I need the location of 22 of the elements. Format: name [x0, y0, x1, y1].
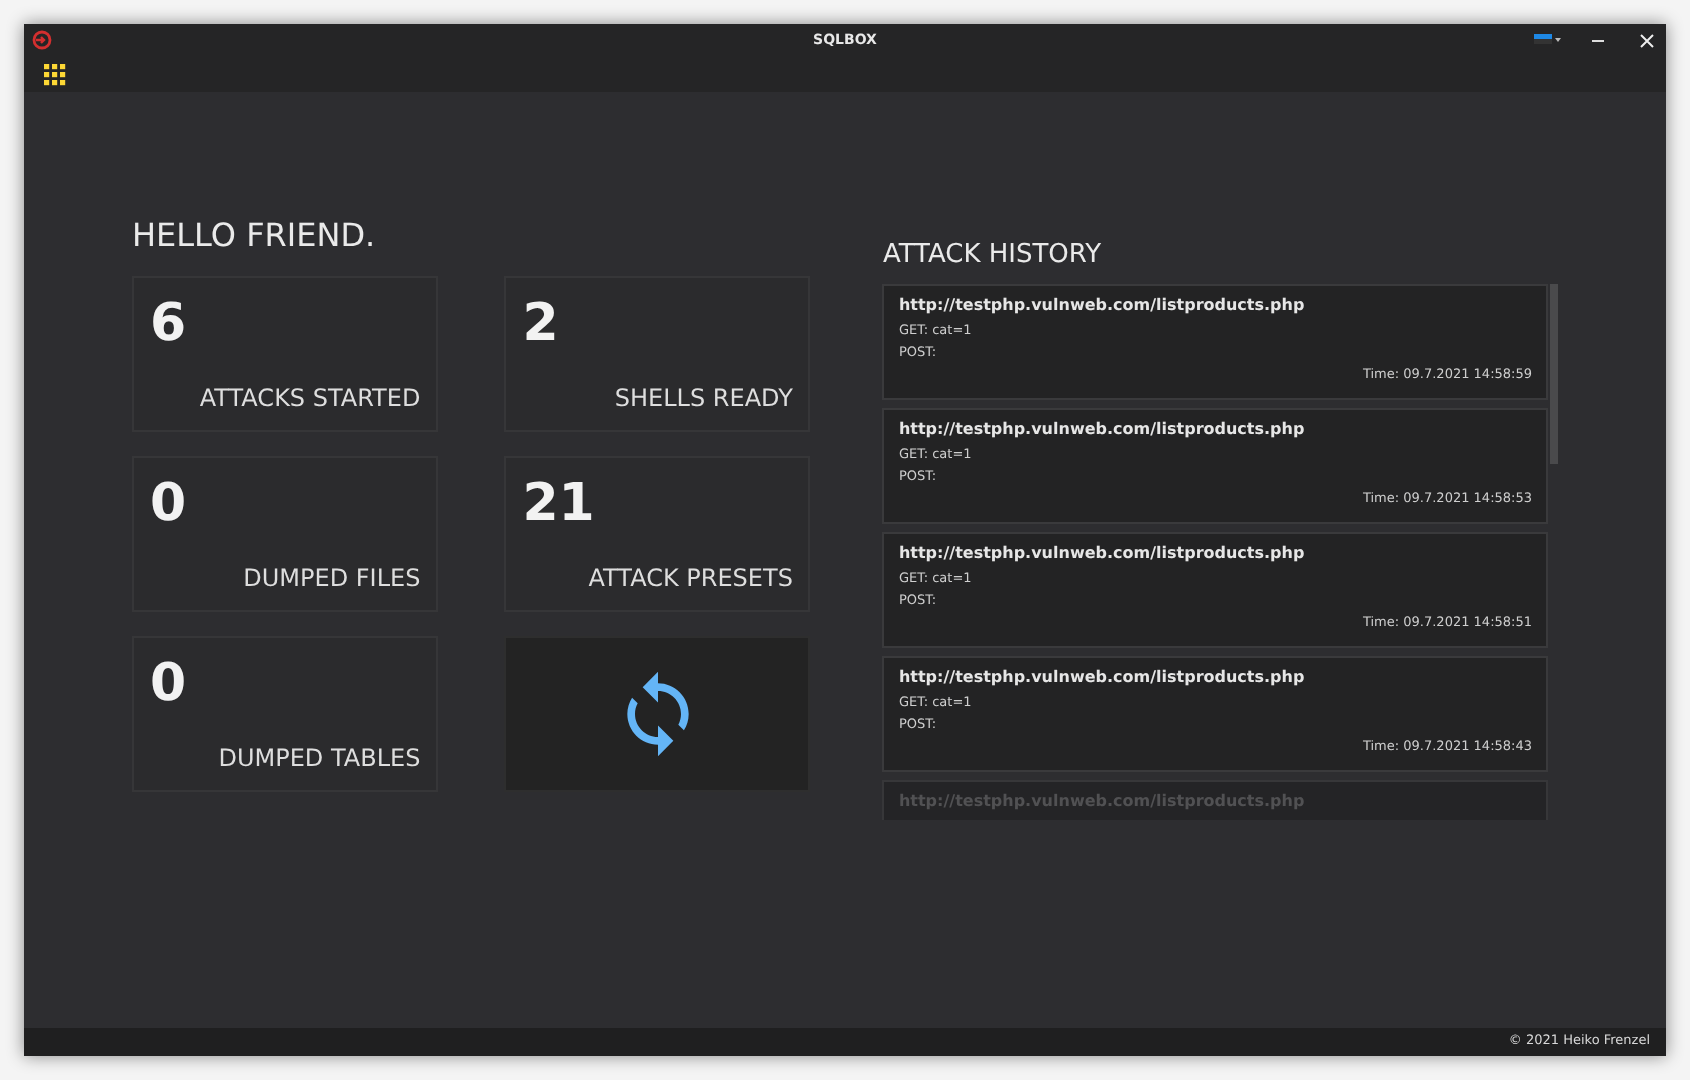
history-url: http://testphp.vulnweb.com/listproducts.php: [898, 542, 1307, 566]
stat-value: 0: [150, 658, 187, 710]
history-heading: ATTACK HISTORY: [882, 242, 1104, 268]
stat-label: DUMPED FILES: [243, 566, 421, 590]
power-icon: [32, 30, 52, 50]
stat-label: ATTACKS STARTED: [199, 386, 421, 410]
apps-grid-icon[interactable]: [44, 63, 66, 85]
flag-dropdown-icon[interactable]: [1534, 34, 1562, 46]
close-button[interactable]: [1634, 30, 1658, 50]
greeting-heading: HELLO FRIEND.: [132, 220, 378, 252]
history-url: http://testphp.vulnweb.com/listproducts.php: [898, 294, 1307, 318]
history-url: http://testphp.vulnweb.com/listproducts.php: [898, 666, 1307, 690]
stat-label: ATTACK PRESETS: [588, 566, 793, 590]
stat-value: 21: [522, 478, 595, 530]
stat-value: 2: [522, 298, 559, 350]
stat-value: 6: [150, 298, 187, 350]
stat-value: 0: [150, 478, 187, 530]
refresh-button[interactable]: [504, 636, 811, 792]
stat-label: DUMPED TABLES: [218, 746, 421, 770]
history-url: http://testphp.vulnweb.com/listproducts.php: [898, 418, 1307, 442]
stat-label: SHELLS READY: [614, 386, 793, 410]
close-icon: [1639, 33, 1653, 47]
